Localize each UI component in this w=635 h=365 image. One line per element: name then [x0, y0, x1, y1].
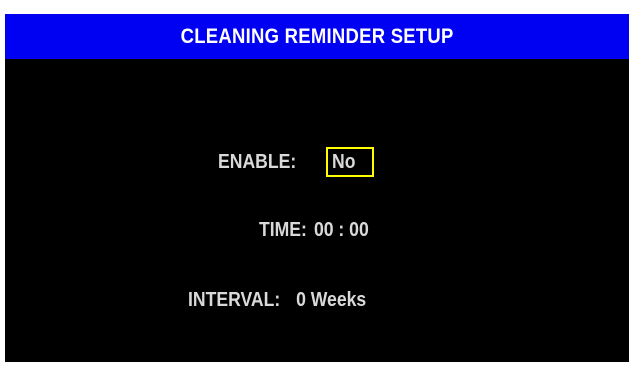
- interval-row[interactable]: INTERVAL: 0 Weeks: [188, 290, 366, 310]
- title-bar: CLEANING REMINDER SETUP: [5, 14, 629, 59]
- interval-label: INTERVAL:: [188, 289, 281, 311]
- interval-value[interactable]: 0 Weeks: [296, 289, 366, 311]
- page-title: CLEANING REMINDER SETUP: [180, 24, 454, 48]
- time-value[interactable]: 00 : 00: [314, 219, 369, 241]
- enable-select[interactable]: No: [326, 147, 374, 177]
- enable-label: ENABLE:: [218, 151, 297, 173]
- cleaning-reminder-screen: CLEANING REMINDER SETUP ENABLE: No TIME:…: [5, 14, 629, 362]
- enable-value: No: [332, 151, 356, 173]
- time-row[interactable]: TIME: 00 : 00: [259, 220, 369, 240]
- time-label: TIME:: [259, 219, 307, 241]
